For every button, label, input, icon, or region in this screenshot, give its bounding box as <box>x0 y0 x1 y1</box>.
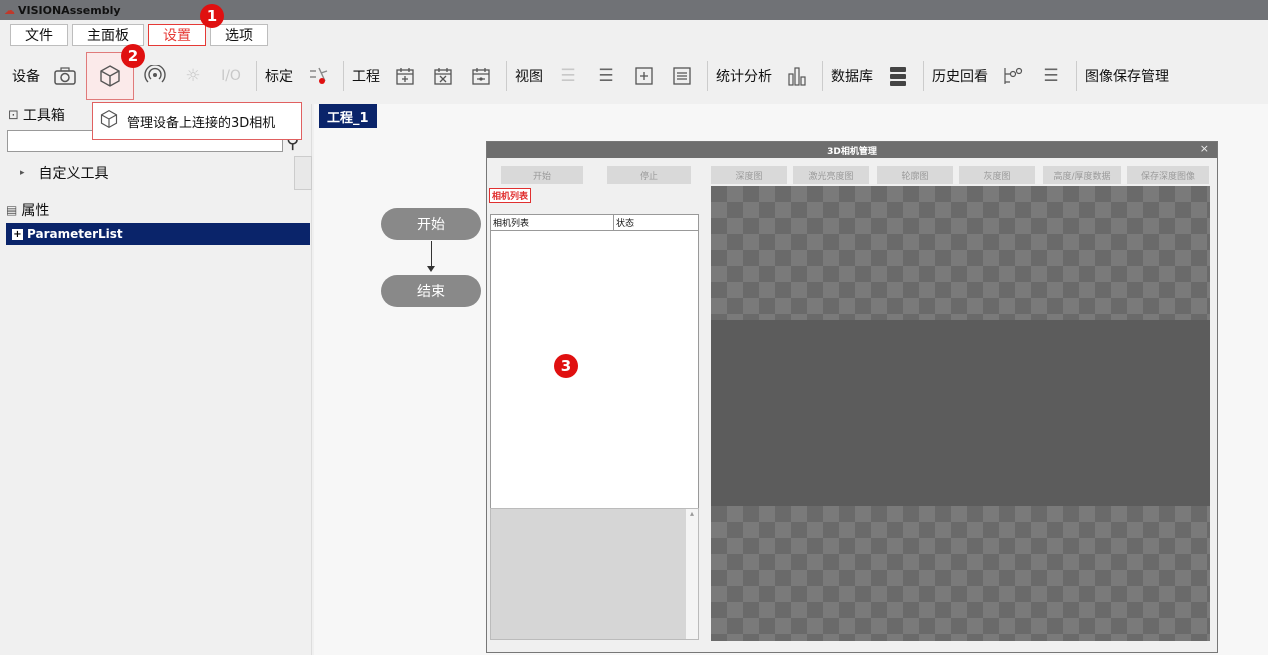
list-numbered-icon[interactable]: ☰ <box>551 59 585 93</box>
tree-item-label: 自定义工具 <box>38 166 109 182</box>
delete-project-icon[interactable] <box>426 59 460 93</box>
step-badge-2: 2 <box>121 44 145 68</box>
step-badge-3: 3 <box>554 354 578 378</box>
height-thickness-button[interactable]: 高度/厚度数据 <box>1043 166 1121 184</box>
calib-group-label: 标定 <box>265 69 293 85</box>
toolbox-icon: ⊡ <box>8 107 19 123</box>
io-button[interactable]: I/O <box>214 59 248 93</box>
image-view[interactable] <box>711 186 1210 641</box>
toolbar-separator <box>707 61 708 91</box>
save-depth-image-button[interactable]: 保存深度图像 <box>1127 166 1209 184</box>
list-indent-icon[interactable]: ☰ <box>589 59 623 93</box>
close-icon[interactable]: × <box>1200 142 1209 155</box>
project-settings-icon[interactable] <box>464 59 498 93</box>
toolbar-separator <box>343 61 344 91</box>
database-icon[interactable] <box>881 59 915 93</box>
properties-header: ▤ 属性 <box>6 200 49 220</box>
device-group-label: 设备 <box>12 69 40 85</box>
stop-button[interactable]: 停止 <box>607 166 691 184</box>
stats-group-label: 统计分析 <box>716 69 772 85</box>
project-group-label: 工程 <box>352 69 380 85</box>
bar-chart-icon[interactable] <box>780 59 814 93</box>
camera-icon[interactable] <box>48 59 82 93</box>
tooltip-text: 管理设备上连接的3D相机 <box>127 115 276 131</box>
parameter-list-label: ParameterList <box>27 227 123 241</box>
tooltip-3d-camera: 管理设备上连接的3D相机 <box>92 102 302 140</box>
database-group-label: 数据库 <box>831 69 873 85</box>
3d-camera-manager-dialog: 3D相机管理 × 开始 停止 深度图 激光亮度图 轮廓图 灰度图 高度/厚度数据… <box>486 141 1218 653</box>
laser-intensity-button[interactable]: 激光亮度图 <box>793 166 869 184</box>
log-scrollbar[interactable]: ▴ <box>686 509 698 639</box>
toolbox-title: 工具箱 <box>22 108 65 124</box>
toolbar-separator <box>822 61 823 91</box>
toolbox-scrollbar[interactable] <box>294 156 312 190</box>
toolbar-separator <box>256 61 257 91</box>
left-panel: ⊡ 工具箱 ⚲ ▸ 自定义工具 ▤ 属性 + ParameterList <box>4 104 312 655</box>
app-logo-icon: ☁ <box>4 3 15 17</box>
dialog-title-bar: 3D相机管理 × <box>487 142 1217 158</box>
calibration-icon[interactable] <box>301 59 335 93</box>
properties-icon: ▤ <box>6 203 18 217</box>
project-tab[interactable]: 工程_1 <box>319 104 377 128</box>
toolbar-separator <box>1076 61 1077 91</box>
camera-log-area[interactable]: ▴ <box>490 508 699 640</box>
grayscale-button[interactable]: 灰度图 <box>959 166 1035 184</box>
properties-title: 属性 <box>21 203 50 219</box>
start-button[interactable]: 开始 <box>501 166 583 184</box>
ribbon-toolbar: 设备 ☼ I/O 标定 工程 视图 ☰ ☰ 统计分析 数据库 历史回看 ☰ 图像… <box>0 50 1268 102</box>
flow-node-end[interactable]: 结束 <box>381 275 481 307</box>
history-tree-icon[interactable] <box>996 59 1030 93</box>
view-group-label: 视图 <box>515 69 543 85</box>
menu-bar: 文件 主面板 设置 选项 <box>0 20 1268 50</box>
column-camera-list: 相机列表 <box>491 215 614 230</box>
step-badge-1: 1 <box>200 4 224 28</box>
broadcast-icon[interactable] <box>138 59 172 93</box>
menu-tab-options[interactable]: 选项 <box>210 24 268 46</box>
form-view-icon[interactable] <box>665 59 699 93</box>
menu-tab-file[interactable]: 文件 <box>10 24 68 46</box>
camera-table-header: 相机列表 状态 <box>491 215 698 231</box>
toolbar-separator <box>923 61 924 91</box>
cube-icon <box>99 109 119 133</box>
add-panel-icon[interactable] <box>627 59 661 93</box>
camera-list-tab[interactable]: 相机列表 <box>489 188 532 203</box>
new-project-icon[interactable] <box>388 59 422 93</box>
history-group-label: 历史回看 <box>932 69 988 85</box>
window-title: VISIONAssembly <box>18 3 121 17</box>
tree-item-custom-tools[interactable]: ▸ 自定义工具 <box>6 159 296 187</box>
dialog-title: 3D相机管理 <box>827 146 877 157</box>
title-bar: ☁ VISIONAssembly <box>0 0 1268 20</box>
flow-arrow <box>431 241 432 269</box>
checklist-icon[interactable]: ☰ <box>1034 59 1068 93</box>
flow-node-start[interactable]: 开始 <box>381 208 481 240</box>
expand-icon[interactable]: + <box>12 228 23 240</box>
light-icon[interactable]: ☼ <box>176 59 210 93</box>
chevron-right-icon[interactable]: ▸ <box>20 168 25 178</box>
cube-icon <box>100 65 120 87</box>
column-status: 状态 <box>616 219 635 229</box>
image-view-band <box>711 320 1210 506</box>
contour-map-button[interactable]: 轮廓图 <box>877 166 953 184</box>
menu-tab-settings[interactable]: 设置 <box>148 24 206 46</box>
menu-tab-main-panel[interactable]: 主面板 <box>72 24 144 46</box>
toolbar-separator <box>506 61 507 91</box>
image-save-group-label: 图像保存管理 <box>1085 69 1169 85</box>
flow-arrow-head <box>427 266 435 272</box>
camera-list-table[interactable]: 相机列表 状态 <box>490 214 699 509</box>
depth-map-button[interactable]: 深度图 <box>711 166 787 184</box>
parameter-list-row[interactable]: + ParameterList <box>6 223 310 245</box>
